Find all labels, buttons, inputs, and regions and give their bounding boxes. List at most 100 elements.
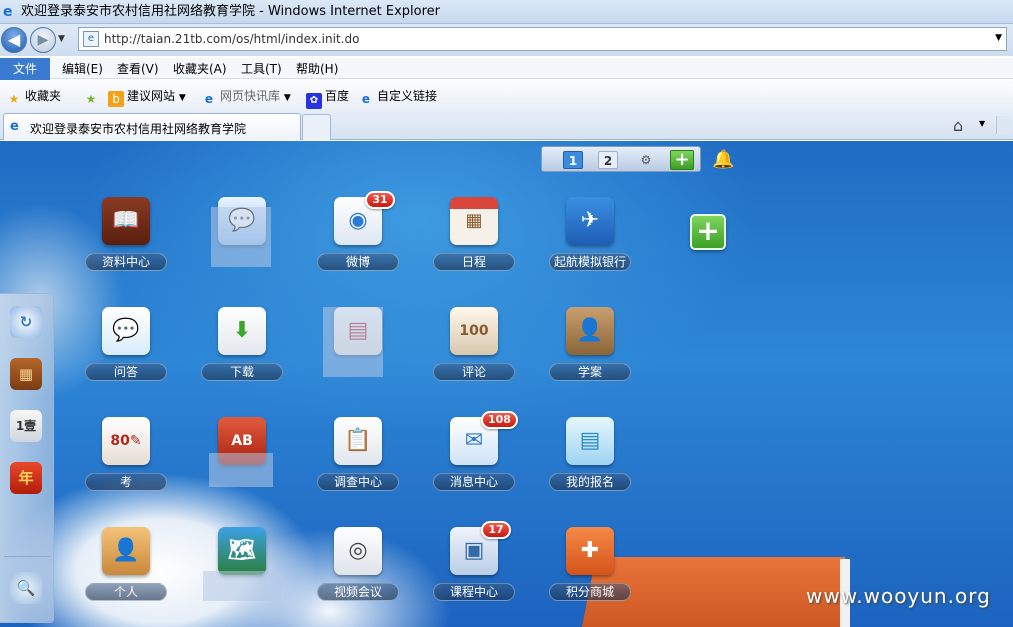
- navigation-bar: ◀ ▶ ▼ e http://taian.21tb.com/os/html/in…: [0, 24, 1013, 56]
- app-label: 日程: [433, 253, 515, 271]
- fav-custom-links[interactable]: e 自定义链接: [358, 87, 437, 106]
- forward-button[interactable]: ▶: [30, 27, 56, 53]
- profile-card-icon: 👤: [566, 307, 614, 355]
- contact-icon: 👤: [102, 527, 150, 575]
- app-map[interactable]: 🗺: [197, 527, 287, 607]
- calendar-icon: ▦: [450, 197, 498, 245]
- bank-sim-icon: ✈: [566, 197, 614, 245]
- calendar-year-icon[interactable]: 年: [10, 462, 42, 494]
- star-add-icon: ★: [85, 92, 97, 106]
- desktop-area: 1 2 ⚙ + 🔔 ↻ ▦ 1壹 年 🔍 📖 资料中心 💬 ◉ 31 微博 ▦ …: [0, 141, 1013, 627]
- address-input[interactable]: http://taian.21tb.com/os/html/index.init…: [104, 32, 359, 46]
- favorites-button[interactable]: ★ 收藏夹: [6, 87, 61, 106]
- pixelated-overlay: [209, 453, 273, 487]
- favorites-bar: ★ 收藏夹 ★ b 建议网站 ▼ e 网页快讯库 ▼ ✿ 百度 e 自定义链接: [0, 80, 1013, 110]
- notification-badge: 17: [481, 521, 511, 539]
- tab-main[interactable]: e 欢迎登录泰安市农村信用社网络教育学院: [3, 113, 301, 140]
- app-label: 问答: [85, 363, 167, 381]
- app-message-center[interactable]: ✉ 108 消息中心: [429, 411, 519, 497]
- desktop-page-1[interactable]: 1: [563, 151, 583, 169]
- book-icon: 📖: [102, 197, 150, 245]
- fav-suggested-sites[interactable]: b 建议网站 ▼: [108, 87, 186, 107]
- counter-icon[interactable]: 1壹: [10, 410, 42, 442]
- notification-badge: 108: [481, 411, 518, 429]
- app-label: 起航模拟银行: [549, 253, 631, 271]
- add-app-button[interactable]: +: [690, 214, 726, 250]
- page-icon: e: [83, 31, 99, 47]
- app-video-conference[interactable]: ◎ 视频会议: [313, 527, 403, 607]
- settings-gear-icon[interactable]: ⚙: [636, 151, 656, 169]
- baidu-paw-icon: ✿: [306, 93, 322, 109]
- menu-bar: 文件(F) 编辑(E) 查看(V) 收藏夹(A) 工具(T) 帮助(H): [0, 57, 1013, 98]
- app-label: 学案: [549, 363, 631, 381]
- app-comments[interactable]: 100 评论: [429, 307, 519, 387]
- home-icon[interactable]: ⌂: [953, 116, 963, 135]
- clipboard-icon: 📋: [334, 417, 382, 465]
- desktop-page-2[interactable]: 2: [598, 151, 618, 169]
- app-microblog[interactable]: ◉ 31 微博: [313, 191, 403, 277]
- app-document[interactable]: ▤: [313, 307, 403, 387]
- ie-page-icon: e: [361, 92, 371, 106]
- menu-tools[interactable]: 工具(T): [235, 58, 288, 80]
- watermark: www.wooyun.org: [806, 584, 991, 608]
- recent-pages-dropdown-icon[interactable]: ▼: [58, 34, 65, 44]
- exam-icon: 80✎: [102, 417, 150, 465]
- bing-icon: b: [108, 91, 124, 107]
- menu-help[interactable]: 帮助(H): [290, 58, 344, 80]
- download-icon: ⬇: [218, 307, 266, 355]
- menu-favorites[interactable]: 收藏夹(A): [167, 58, 233, 80]
- menu-file[interactable]: 文件(F): [0, 58, 50, 98]
- search-icon[interactable]: 🔍: [10, 572, 42, 604]
- address-bar[interactable]: e http://taian.21tb.com/os/html/index.in…: [78, 27, 1007, 51]
- home-dropdown-icon[interactable]: ▼: [979, 119, 985, 128]
- window-title: 欢迎登录泰安市农村信用社网络教育学院 - Windows Internet Ex…: [21, 4, 440, 19]
- back-button[interactable]: ◀: [1, 27, 27, 53]
- new-tab-button[interactable]: [302, 114, 331, 140]
- menu-view[interactable]: 查看(V): [111, 58, 165, 80]
- abacus-icon[interactable]: ▦: [10, 358, 42, 390]
- app-survey-center[interactable]: 📋 调查中心: [313, 417, 403, 497]
- notification-badge: 31: [365, 191, 395, 209]
- fav-baidu[interactable]: ✿ 百度: [306, 87, 349, 109]
- bell-icon[interactable]: 🔔: [712, 149, 734, 170]
- desktop-switcher: 1 2 ⚙ +: [541, 146, 701, 172]
- app-bank-simulation[interactable]: ✈ 起航模拟银行: [545, 197, 635, 277]
- app-schedule[interactable]: ▦ 日程: [429, 197, 519, 277]
- app-chat[interactable]: 💬: [197, 197, 287, 277]
- title-bar: e 欢迎登录泰安市农村信用社网络教育学院 - Windows Internet …: [0, 0, 1013, 24]
- app-personal[interactable]: 👤 个人: [81, 527, 171, 607]
- app-resource-center[interactable]: 📖 资料中心: [81, 197, 171, 277]
- pixelated-overlay: [323, 307, 383, 377]
- app-learning-file[interactable]: 👤 学案: [545, 307, 635, 387]
- left-dock: ↻ ▦ 1壹 年 🔍: [0, 293, 54, 623]
- address-dropdown-icon[interactable]: ▼: [995, 33, 1002, 43]
- app-label: 下载: [201, 363, 283, 381]
- notes-icon: 100: [450, 307, 498, 355]
- app-download[interactable]: ⬇ 下载: [197, 307, 287, 387]
- points-mall-icon: ✚: [566, 527, 614, 575]
- refresh-icon[interactable]: ↻: [10, 306, 42, 338]
- page-menu-button[interactable]: [996, 116, 1010, 134]
- app-my-registration[interactable]: ▤ 我的报名: [545, 417, 635, 497]
- app-course-center[interactable]: ▣ 17 课程中心: [429, 521, 519, 607]
- dock-divider: [4, 556, 50, 557]
- webcam-icon: ◎: [334, 527, 382, 575]
- app-qa[interactable]: 💬 问答: [81, 307, 171, 387]
- menu-edit[interactable]: 编辑(E): [56, 58, 109, 80]
- app-label: 考: [85, 473, 167, 491]
- app-exam[interactable]: 80✎ 考: [81, 417, 171, 497]
- add-to-favorites-button[interactable]: ★: [83, 87, 102, 106]
- signup-icon: ▤: [566, 417, 614, 465]
- pixelated-overlay: [203, 571, 281, 601]
- ie-page-icon: e: [204, 92, 214, 106]
- chevron-down-icon: ▼: [283, 93, 291, 103]
- chevron-down-icon: ▼: [178, 93, 186, 103]
- app-label: 评论: [433, 363, 515, 381]
- star-icon: ★: [8, 92, 20, 106]
- fav-web-slice-gallery[interactable]: e 网页快讯库 ▼: [201, 87, 291, 106]
- app-label: 个人: [85, 583, 167, 601]
- add-desktop-button[interactable]: +: [670, 150, 694, 170]
- app-points-mall[interactable]: ✚ 积分商城: [545, 527, 635, 607]
- pixelated-overlay: [211, 207, 271, 267]
- app-abc[interactable]: AB: [197, 417, 287, 497]
